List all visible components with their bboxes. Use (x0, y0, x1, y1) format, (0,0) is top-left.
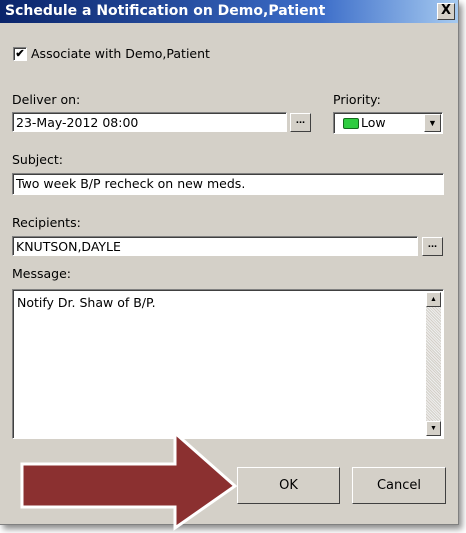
annotation-arrow (20, 429, 238, 531)
